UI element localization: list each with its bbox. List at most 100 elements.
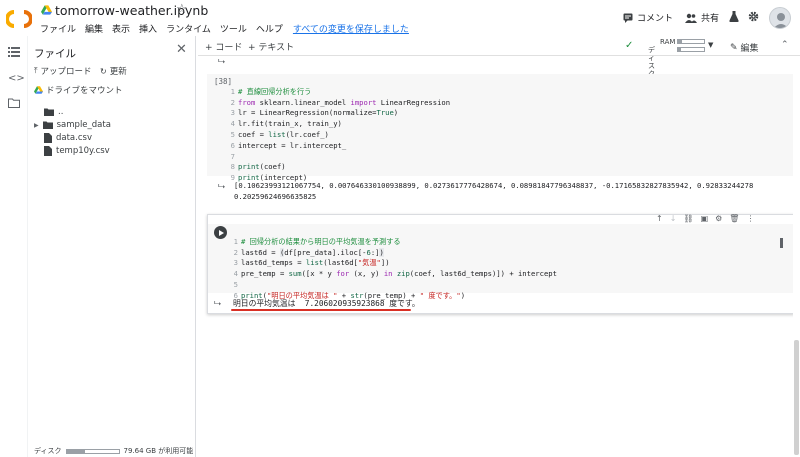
drive-icon [34,86,43,94]
sidebar-title: ファイル [34,48,76,60]
chevron-down-icon[interactable]: ▼ [708,41,713,49]
more-icon[interactable]: ⋮ [746,214,754,223]
tree-item-label: .. [58,107,64,117]
upload-icon: ⤒ [34,66,38,75]
tree-item-sample-data[interactable]: ▶ sample_data [34,120,111,130]
caret-right-icon: ▶ [34,121,39,129]
code-line: 2 last6d = (df[pre_data].iloc[-6:]) [233,247,384,257]
tree-item-data-csv[interactable]: data.csv [44,133,92,143]
menu-edit[interactable]: 編集 [85,22,103,35]
code-line: 3 last6d_temps = list(last6d["気温"]) [233,258,390,268]
menu-tools[interactable]: ツール [220,22,247,35]
menu-view[interactable]: 表示 [112,22,130,35]
code-line: 5 [233,279,238,289]
comment-label: コメント [637,14,674,24]
delete-icon[interactable]: 🗑 [729,214,739,223]
mount-drive-label: ドライブをマウント [46,86,123,96]
code-editor-2[interactable]: 1 # 回帰分析の結果から明日の平均気温を予測する 2 last6d = (df[p… [230,226,557,302]
code-line: 1 # 直線回帰分析を行う [230,86,312,96]
code-editor-1[interactable]: 1 # 直線回帰分析を行う 2 from sklearn.linear_model … [227,76,450,184]
cell2-output: 明日の平均気温は 7.206020935923868 度です。 [233,299,420,308]
file-icon [44,133,52,143]
files-sidebar: ファイル ✕ ⤒ アップロード ↻ 更新 ドライブをマウント .. ▶ samp… [28,36,196,457]
edit-button[interactable]: ✎ 編集 [730,41,759,55]
upload-label: アップロード [40,67,92,77]
previous-output-icon: ⮡ [218,57,226,67]
code-line: 8 print(coef) [230,162,286,172]
output-line: 0.20259624696635825 [234,192,317,201]
page-scrollbar-thumb[interactable] [794,340,799,455]
red-underline [231,309,411,311]
people-icon [685,13,697,23]
share-button[interactable]: 共有 [685,11,719,24]
disk-label: ディスク [34,447,62,455]
disk-usage: ディスク 79.64 GB が利用可能 [34,446,193,456]
toc-icon[interactable] [8,47,20,59]
comment-cell-icon[interactable]: ▣ [701,214,709,223]
link-icon[interactable]: ⛓ [683,214,693,223]
menu-bar: ファイル 編集 表示 挿入 ランタイム ツール ヘルプ すべての変更を保存しまし… [40,22,409,35]
tree-item-temp10y-csv[interactable]: temp10y.csv [44,146,110,156]
refresh-button[interactable]: ↻ 更新 [100,65,127,78]
file-icon [44,146,52,156]
code-snippets-icon[interactable]: <> [8,73,25,85]
tree-item-label: temp10y.csv [56,146,110,156]
settings-icon[interactable] [748,11,759,22]
code-line: 7 [230,151,235,161]
edit-label: 編集 [740,44,759,54]
close-icon[interactable]: ✕ [176,42,187,57]
output-icon[interactable]: ⮡ [214,299,221,309]
refresh-icon: ↻ [100,66,107,76]
code-line: 4 lr.fit(train_x, train_y) [230,119,342,129]
folder-icon [42,121,53,129]
cell-toolbar: ↑ ↓ ⛓ ▣ ⚙ 🗑 ⋮ [656,214,754,223]
ram-usage-bar [677,39,705,44]
code-line: 3 lr = LinearRegression(normalize=True) [230,108,399,118]
menu-runtime[interactable]: ランタイム [166,22,211,35]
pencil-icon: ✎ [730,42,738,53]
folder-upload-icon [44,108,54,116]
move-up-icon[interactable]: ↑ [656,214,663,223]
add-code-button[interactable]: + コード [205,40,242,53]
flask-icon[interactable] [729,11,739,22]
code-line: 2 from sklearn.linear_model import Linear… [230,97,451,107]
menu-file[interactable]: ファイル [40,22,76,35]
code-line: 4 pre_temp = sum([x * y for (x, y) in zip… [233,269,557,279]
ram-label: RAM [660,38,676,46]
collapse-icon[interactable]: ⌃ [781,40,789,50]
code-line: 5 coef = list(lr.coef_) [230,129,329,139]
disk-free: 79.64 GB が利用可能 [123,447,194,455]
refresh-label: 更新 [109,67,127,77]
disk-usage-bar [65,448,120,454]
app-header: tomorrow-weather.ipynb ☆ ファイル 編集 表示 挿入 ラ… [0,0,800,36]
colab-logo[interactable] [6,6,32,32]
add-text-button[interactable]: + テキスト [248,40,294,53]
star-icon[interactable]: ☆ [176,2,188,17]
code-line: 6 intercept = lr.intercept_ [230,140,347,150]
menu-insert[interactable]: 挿入 [139,22,157,35]
tree-item-label: sample_data [56,120,111,130]
menu-help[interactable]: ヘルプ [256,22,283,35]
connected-check-icon: ✓ [625,40,634,51]
editor-scrollbar[interactable] [780,238,783,248]
files-icon[interactable] [8,98,20,110]
disk-indicator-bar [677,47,705,52]
comment-icon [623,13,633,23]
run-cell-button[interactable] [214,226,227,239]
comment-button[interactable]: コメント [623,11,673,24]
cell1-output: [0.10623993121067754, 0.0076463301009388… [234,180,792,202]
share-label: 共有 [701,14,720,24]
output-line: [0.10623993121067754, 0.0076463301009388… [234,181,754,190]
output-icon[interactable]: ⮡ [218,182,225,192]
drive-icon [41,5,52,15]
mount-drive-button[interactable]: ドライブをマウント [34,84,123,96]
tree-item-label: data.csv [56,133,92,143]
cell-settings-icon[interactable]: ⚙ [715,214,722,223]
user-avatar[interactable] [769,7,791,29]
move-down-icon[interactable]: ↓ [670,214,677,223]
left-rail: <> [0,36,28,457]
code-line: 1 # 回帰分析の結果から明日の平均気温を予測する [233,236,401,246]
tree-item-parent[interactable]: .. [44,107,63,117]
saved-status-link[interactable]: すべての変更を保存しました [293,22,409,35]
upload-button[interactable]: ⤒ アップロード [34,65,92,77]
